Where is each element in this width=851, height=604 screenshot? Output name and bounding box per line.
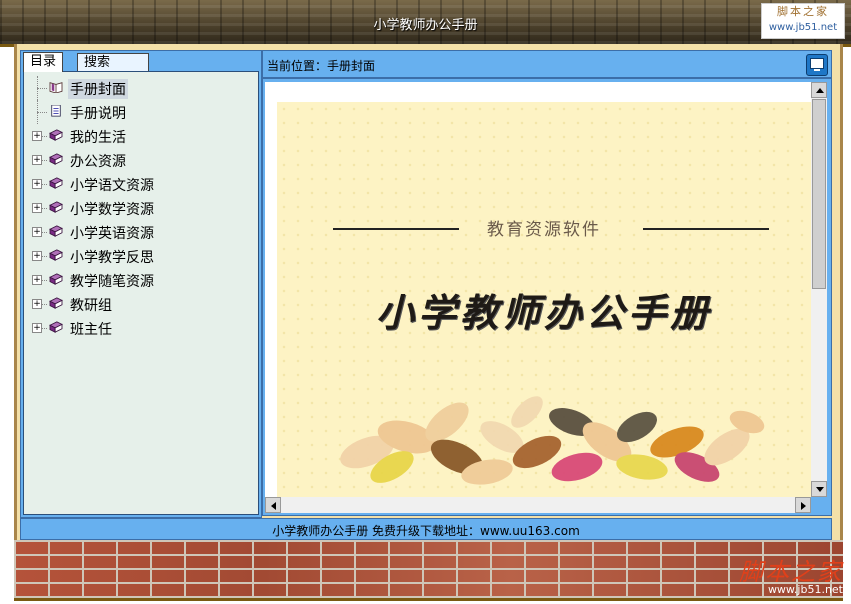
tree-item-label: 教研组 <box>70 298 112 314</box>
scroll-up-button[interactable] <box>811 82 827 98</box>
arrow-up-icon <box>816 88 824 93</box>
location-value: 手册封面 <box>327 59 376 73</box>
cover-title: 小学教师办公手册 <box>375 290 712 335</box>
fullscreen-button[interactable] <box>806 54 828 76</box>
expand-icon[interactable]: + <box>32 227 42 237</box>
autumn-leaves-illustration <box>340 396 765 485</box>
tab-contents[interactable]: 目录 <box>23 52 64 72</box>
open-book-icon <box>49 82 63 93</box>
scroll-right-button[interactable] <box>795 497 811 513</box>
book-icon <box>49 177 63 189</box>
tree-item-label: 小学教学反思 <box>70 250 154 266</box>
title-bar: 小学教师办公手册 <box>0 0 851 47</box>
content-viewer: 教育资源软件 小学教师办公手册 <box>262 78 832 516</box>
tree-item[interactable]: + 教学随笔资源 <box>24 268 254 292</box>
tree-item-label: 办公资源 <box>70 154 126 170</box>
book-icon <box>49 249 63 261</box>
watermark-top: 脚本之家 www.jb51.net <box>761 3 845 39</box>
brick-wall-decoration <box>14 540 843 601</box>
tree-item[interactable]: + 小学数学资源 <box>24 196 254 220</box>
tree-item-label: 小学语文资源 <box>70 178 154 194</box>
watermark-bottom: 脚本之家 www.jb51.net <box>739 552 843 596</box>
watermark-top-url: www.jb51.net <box>768 22 838 33</box>
expand-icon[interactable]: + <box>32 275 42 285</box>
tree-item[interactable]: + 教研组 <box>24 292 254 316</box>
book-icon <box>49 129 63 141</box>
tree-item[interactable]: 手册封面 <box>24 76 254 100</box>
tab-search[interactable]: 搜索 <box>77 53 149 71</box>
monitor-stand <box>814 69 820 71</box>
book-icon <box>49 297 63 309</box>
window-title: 小学教师办公手册 <box>373 18 478 33</box>
tree-item-label: 手册说明 <box>70 106 126 122</box>
tree-item-label: 小学数学资源 <box>70 202 154 218</box>
expand-icon[interactable]: + <box>32 179 42 189</box>
arrow-left-icon <box>271 502 276 510</box>
sidebar-tabs: 目录 搜索 <box>21 51 261 72</box>
tree-item[interactable]: + 小学教学反思 <box>24 244 254 268</box>
tree-item-label: 班主任 <box>70 322 112 338</box>
expand-icon[interactable]: + <box>32 203 42 213</box>
document-icon <box>51 105 61 117</box>
book-icon <box>49 225 63 237</box>
book-icon <box>49 321 63 333</box>
vertical-scrollbar[interactable] <box>811 82 827 497</box>
status-text: 小学教师办公手册 免费升级下载地址：www.uu163.com <box>272 524 580 538</box>
scroll-down-button[interactable] <box>811 481 827 497</box>
expand-icon[interactable]: + <box>32 251 42 261</box>
content-area[interactable]: 教育资源软件 小学教师办公手册 <box>265 82 811 497</box>
tree-connector <box>37 88 47 89</box>
scroll-thumb[interactable] <box>812 99 826 289</box>
location-label: 当前位置： <box>267 59 328 73</box>
tree-item[interactable]: + 我的生活 <box>24 124 254 148</box>
cover-page: 教育资源软件 小学教师办公手册 <box>277 102 811 497</box>
location-text: 当前位置：手册封面 <box>267 57 375 74</box>
tree-view[interactable]: 手册封面 手册说明 + 我的生活 + 办公资源 + 小学语文资源 + 小学数学资源 + 小学英语资源 +… <box>23 71 259 515</box>
tree-connector <box>37 112 47 113</box>
watermark-bottom-name: 脚本之家 <box>739 558 843 586</box>
arrow-down-icon <box>816 487 824 492</box>
tree-item[interactable]: + 小学语文资源 <box>24 172 254 196</box>
book-icon <box>49 273 63 285</box>
watermark-top-name: 脚本之家 <box>777 5 829 18</box>
expand-icon[interactable]: + <box>32 323 42 333</box>
scroll-left-button[interactable] <box>265 497 281 513</box>
tree-item[interactable]: 手册说明 <box>24 100 254 124</box>
book-icon <box>49 153 63 165</box>
horizontal-scrollbar[interactable] <box>265 497 811 513</box>
tree-item-label: 小学英语资源 <box>70 226 154 242</box>
expand-icon[interactable]: + <box>32 155 42 165</box>
expand-icon[interactable]: + <box>32 299 42 309</box>
arrow-right-icon <box>801 502 806 510</box>
sidebar-panel: 目录 搜索 手册封面手册说明 + 我的生活 + 办公资源 + 小学语文资源 + 小学数学资源 + 小… <box>20 50 262 518</box>
cover-subtitle: 教育资源软件 <box>487 220 601 240</box>
monitor-icon <box>810 58 824 69</box>
book-icon <box>49 201 63 213</box>
tree-item-label: 手册封面 <box>68 79 128 99</box>
tree-item[interactable]: + 办公资源 <box>24 148 254 172</box>
tree-item[interactable]: + 班主任 <box>24 316 254 340</box>
expand-icon[interactable]: + <box>32 131 42 141</box>
tree-item-label: 教学随笔资源 <box>70 274 154 290</box>
location-bar: 当前位置：手册封面 <box>262 50 832 78</box>
tree-item[interactable]: + 小学英语资源 <box>24 220 254 244</box>
status-bar: 小学教师办公手册 免费升级下载地址：www.uu163.com <box>20 518 832 540</box>
tree-item-label: 我的生活 <box>70 130 126 146</box>
